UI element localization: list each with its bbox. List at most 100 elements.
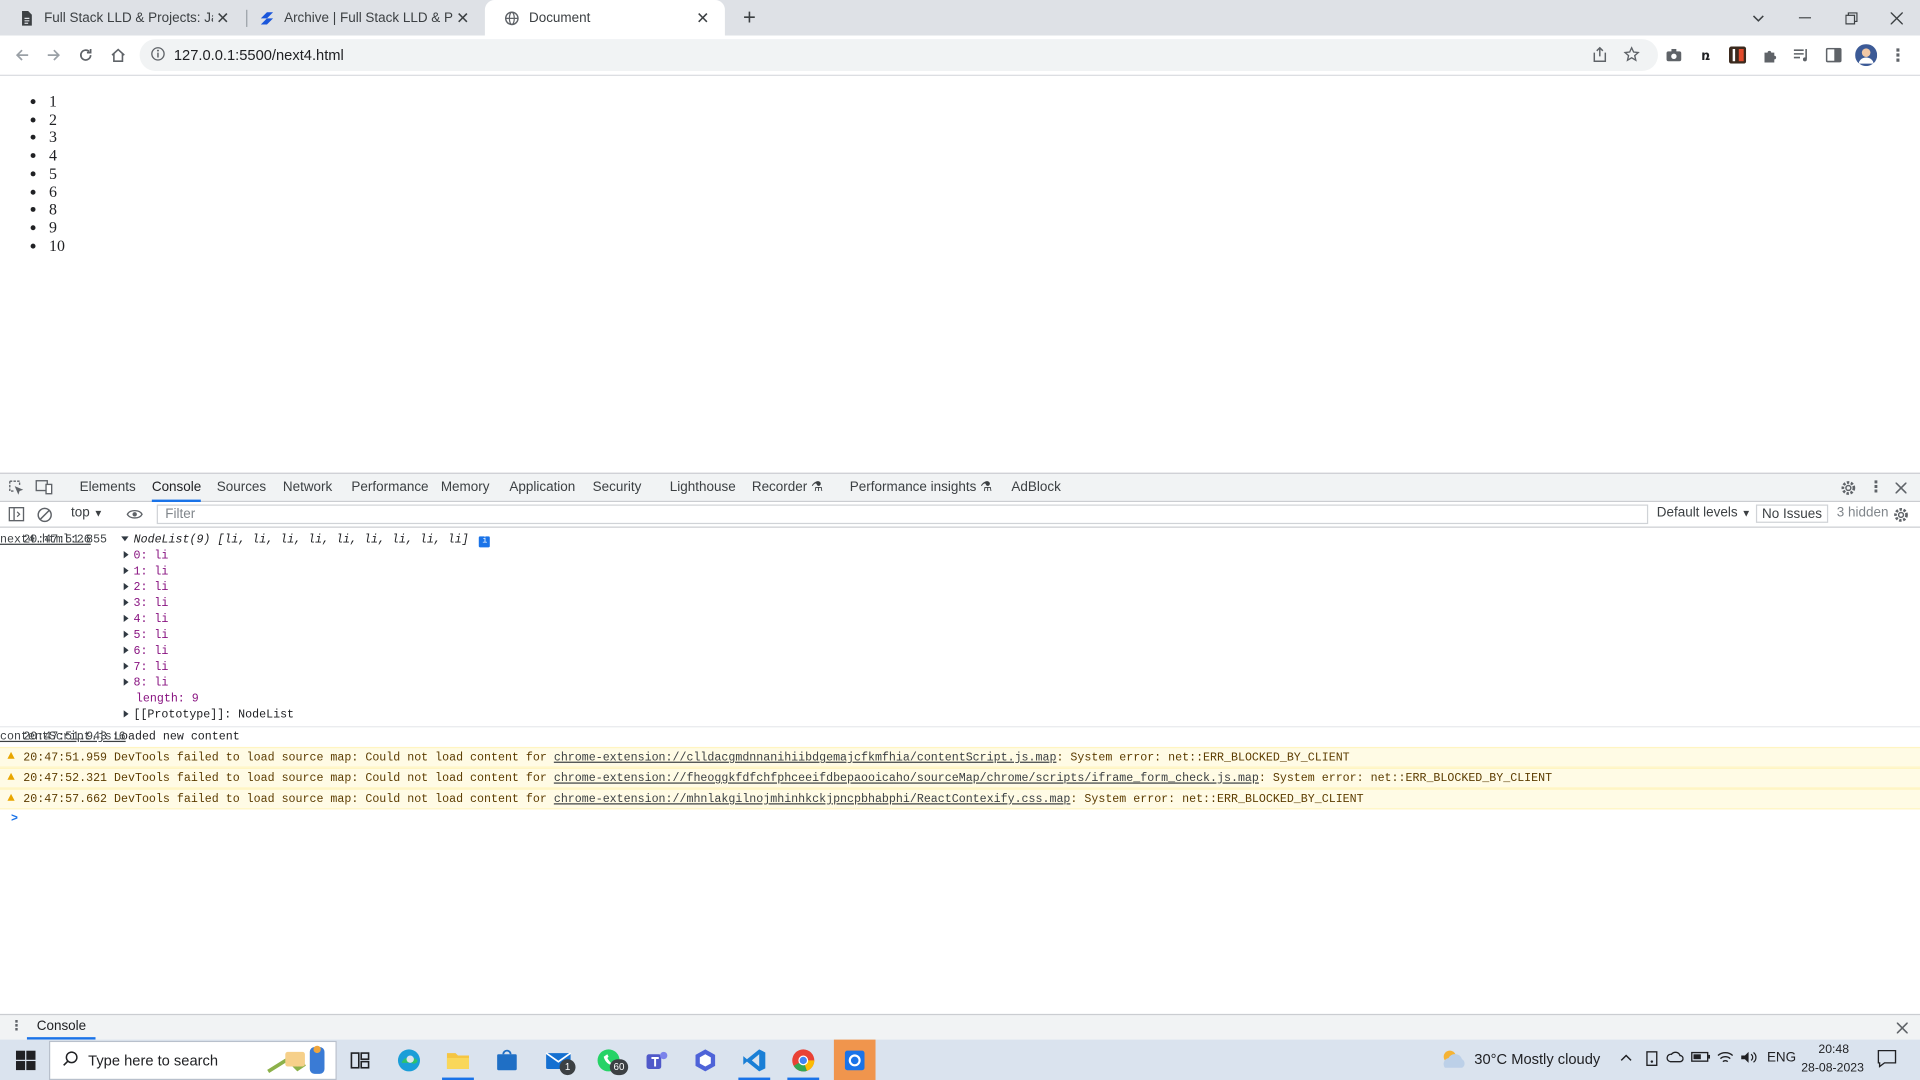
warning-link[interactable]: chrome-extension://mhnlakgilnojmhinhkckj… — [554, 792, 1071, 805]
console-prompt[interactable]: > — [11, 811, 18, 827]
address-bar[interactable]: 127.0.0.1:5500/next4.html — [139, 39, 1658, 72]
restore-icon[interactable] — [1828, 0, 1875, 36]
nodelist-entry[interactable]: 4: li — [123, 611, 168, 627]
nodelist-prototype[interactable]: [[Prototype]]: NodeList — [123, 707, 294, 723]
weather-cloud-icon[interactable] — [1439, 1047, 1468, 1075]
puzzle-icon[interactable] — [1760, 45, 1780, 65]
eye-icon[interactable] — [126, 506, 143, 523]
device-icon[interactable] — [1645, 1051, 1660, 1071]
devtools-menu-icon[interactable]: ⋮ — [1867, 478, 1884, 496]
close-window-icon[interactable] — [1873, 0, 1920, 36]
star-icon[interactable] — [1623, 46, 1640, 67]
settings-gear-icon[interactable] — [1839, 479, 1856, 496]
clear-console-icon[interactable] — [36, 506, 53, 523]
nodelist-entry[interactable]: 2: li — [123, 579, 168, 595]
drawer-tab-console[interactable]: Console — [26, 1015, 96, 1040]
taskbar-search[interactable]: Type here to search — [48, 1040, 337, 1080]
list-item: 9 — [49, 218, 65, 237]
source-link[interactable]: contentScript.js:6 — [0, 729, 1891, 745]
weather-text[interactable]: 30°C Mostly cloudy — [1474, 1051, 1600, 1068]
close-devtools-icon[interactable] — [1892, 479, 1909, 496]
sidebar-toggle-icon[interactable] — [7, 506, 24, 523]
vscode-icon[interactable] — [738, 1044, 770, 1076]
devtools-tab-adblock[interactable]: AdBlock — [1011, 474, 1060, 502]
minimize-icon[interactable] — [1782, 0, 1829, 36]
issues-button[interactable]: No Issues — [1755, 504, 1829, 523]
devtools-tab-application[interactable]: Application — [509, 474, 575, 502]
source-link[interactable]: next4.html:26 — [0, 531, 1891, 547]
nodelist-entry[interactable]: 1: li — [123, 563, 168, 579]
home-icon[interactable] — [107, 44, 129, 66]
onedrive-cloud-icon[interactable] — [1666, 1051, 1684, 1067]
reading-list-icon[interactable] — [1791, 45, 1811, 65]
edge-icon[interactable] — [393, 1044, 425, 1076]
context-selector[interactable]: top ▼ — [71, 506, 103, 521]
chevron-up-icon[interactable] — [1620, 1051, 1632, 1066]
devtools-tab-console[interactable]: Console — [151, 474, 202, 503]
devtools-tab-memory[interactable]: Memory — [441, 474, 490, 502]
whatsapp-icon[interactable]: 60 — [593, 1044, 629, 1076]
file-explorer-icon[interactable] — [442, 1044, 474, 1076]
close-drawer-icon[interactable] — [1896, 1020, 1909, 1037]
chrome-icon[interactable] — [787, 1044, 819, 1076]
tab-search-icon[interactable] — [1735, 0, 1782, 36]
battery-icon[interactable] — [1691, 1051, 1711, 1067]
clock-date[interactable]: 28-08-2023 — [1801, 1062, 1864, 1075]
wifi-icon[interactable] — [1717, 1051, 1734, 1068]
devtools-tab-elements[interactable]: Elements — [80, 474, 136, 502]
devtools-tab-recorder[interactable]: Recorder ⚗ — [752, 474, 823, 502]
log-levels-dropdown[interactable]: Default levels ▼ — [1657, 506, 1751, 521]
omega-extension-icon[interactable]: ռ — [1696, 45, 1716, 65]
devtools-tab-lighthouse[interactable]: Lighthouse — [670, 474, 736, 502]
color-extension-icon[interactable] — [1728, 45, 1748, 65]
menu-kebab-icon[interactable]: ⋮ — [1888, 45, 1908, 65]
task-view-icon[interactable] — [344, 1044, 376, 1076]
store-icon[interactable] — [491, 1044, 523, 1076]
teams-icon[interactable] — [640, 1044, 672, 1076]
filter-input[interactable]: Filter — [156, 504, 1649, 525]
tab-document[interactable]: Document ✕ — [484, 0, 725, 36]
warning-link[interactable]: chrome-extension://clldacgmdnnanihiibdge… — [554, 751, 1057, 764]
close-icon[interactable]: ✕ — [693, 8, 713, 28]
devtools-tab-sources[interactable]: Sources — [217, 474, 266, 502]
side-panel-icon[interactable] — [1823, 45, 1843, 65]
camera-icon[interactable] — [1664, 45, 1684, 65]
mail-icon[interactable]: 1 — [542, 1044, 576, 1076]
tab-fullstack-js[interactable]: Full Stack LLD & Projects: JavaScript ✕ — [0, 0, 245, 36]
hexagon-app-icon[interactable] — [689, 1044, 721, 1076]
forward-arrow-icon[interactable] — [43, 44, 65, 66]
nodelist-entry[interactable]: 5: li — [123, 627, 168, 643]
inspect-element-icon[interactable] — [7, 479, 24, 496]
devtools-tab-performance[interactable]: Performance — [351, 474, 428, 502]
nodelist-entry[interactable]: 0: li — [123, 547, 168, 563]
info-icon[interactable] — [151, 47, 166, 65]
devtools-tab-security[interactable]: Security — [593, 474, 642, 502]
profile-avatar[interactable] — [1855, 44, 1878, 67]
warning-link[interactable]: chrome-extension://fheoggkfdfchfphceeifd… — [554, 771, 1259, 784]
tab-archive[interactable]: Archive | Full Stack LLD & Projects ✕ — [240, 0, 485, 36]
nodelist-entry[interactable]: 6: li — [123, 643, 168, 659]
drawer-menu-icon[interactable]: ⋮ — [10, 1018, 23, 1034]
console-settings-icon[interactable] — [1892, 506, 1909, 523]
reload-icon[interactable] — [75, 44, 97, 66]
nodelist-entry[interactable]: 7: li — [123, 659, 168, 675]
devtools-tabbar: Elements Console Sources Network Perform… — [0, 472, 1920, 503]
language-indicator[interactable]: ENG — [1767, 1051, 1796, 1066]
nodelist-entry[interactable]: 3: li — [123, 595, 168, 611]
close-icon[interactable]: ✕ — [213, 8, 233, 28]
expand-triangle-icon — [123, 663, 129, 671]
clock-time[interactable]: 20:48 — [1818, 1043, 1849, 1056]
devtools-tab-network[interactable]: Network — [283, 474, 332, 502]
windows-start-icon[interactable] — [10, 1044, 42, 1076]
device-toolbar-icon[interactable] — [35, 479, 53, 496]
screenshot-tool-icon[interactable] — [833, 1039, 876, 1080]
new-tab-button[interactable]: + — [737, 5, 761, 29]
close-icon[interactable]: ✕ — [453, 8, 473, 28]
nodelist-entry[interactable]: 8: li — [123, 675, 168, 691]
windows-taskbar: Type here to search 1 60 30°C Mostly clo… — [0, 1039, 1920, 1080]
share-icon[interactable] — [1592, 46, 1608, 67]
notification-icon[interactable] — [1877, 1049, 1897, 1071]
back-arrow-icon[interactable] — [11, 44, 33, 66]
volume-icon[interactable] — [1740, 1051, 1757, 1068]
devtools-tab-performance-insights[interactable]: Performance insights ⚗ — [850, 474, 992, 502]
